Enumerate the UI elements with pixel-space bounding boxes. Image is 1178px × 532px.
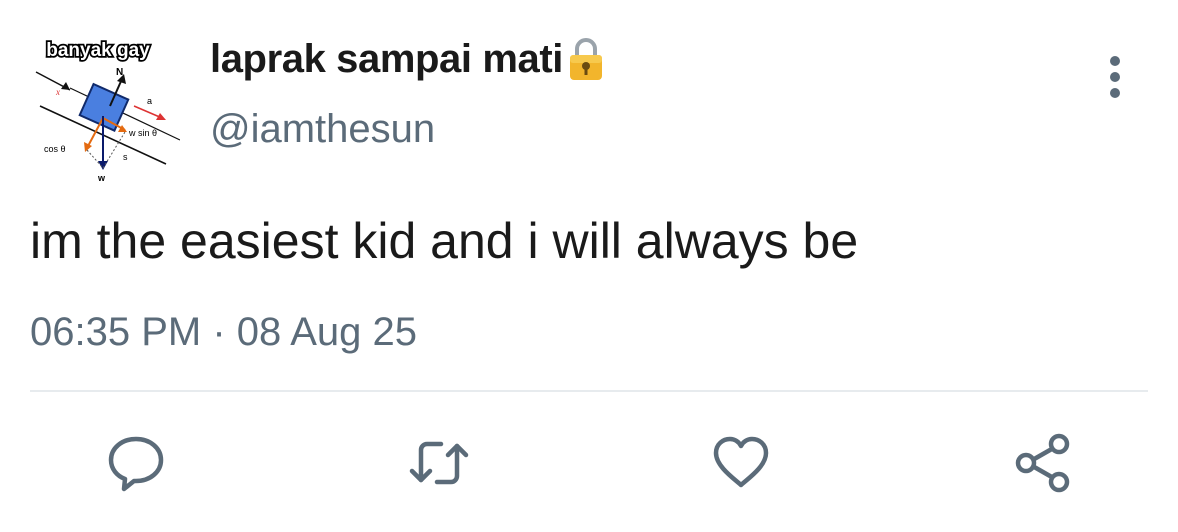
share-button[interactable]	[1013, 432, 1075, 494]
avatar-caption: banyak gay	[46, 40, 150, 61]
avatar-image: banyak gay x N a w sin θ cos θ w s	[30, 36, 181, 186]
tweet-time: 06:35 PM	[30, 310, 202, 354]
lock-icon	[567, 36, 605, 82]
tweet-timestamp: 06:35 PM · 08 Aug 25	[30, 310, 417, 355]
tweet-text: im the easiest kid and i will always be	[30, 213, 859, 269]
display-name[interactable]: laprak sampai mati	[210, 36, 605, 82]
retweet-arrows-icon	[409, 441, 469, 485]
share-nodes-icon	[1015, 433, 1070, 493]
svg-text:N: N	[116, 67, 123, 78]
divider	[30, 390, 1148, 392]
more-options-icon[interactable]	[1100, 53, 1130, 101]
user-handle[interactable]: @iamthesun	[210, 107, 435, 152]
svg-text:a: a	[147, 96, 152, 106]
retweet-button[interactable]	[408, 432, 470, 494]
speech-bubble-icon	[108, 436, 164, 492]
avatar[interactable]: banyak gay x N a w sin θ cos θ w s	[30, 36, 181, 186]
heart-icon	[713, 436, 769, 488]
like-button[interactable]	[710, 432, 772, 494]
svg-text:w sin θ: w sin θ	[128, 128, 157, 138]
svg-text:cos θ: cos θ	[44, 144, 66, 154]
svg-text:s: s	[123, 152, 128, 162]
svg-text:x: x	[55, 87, 60, 97]
meta-separator: ·	[212, 310, 226, 354]
tweet-date: 08 Aug 25	[236, 310, 417, 354]
reply-button[interactable]	[105, 432, 167, 494]
svg-text:w: w	[97, 173, 106, 183]
display-name-text: laprak sampai mati	[210, 36, 563, 81]
